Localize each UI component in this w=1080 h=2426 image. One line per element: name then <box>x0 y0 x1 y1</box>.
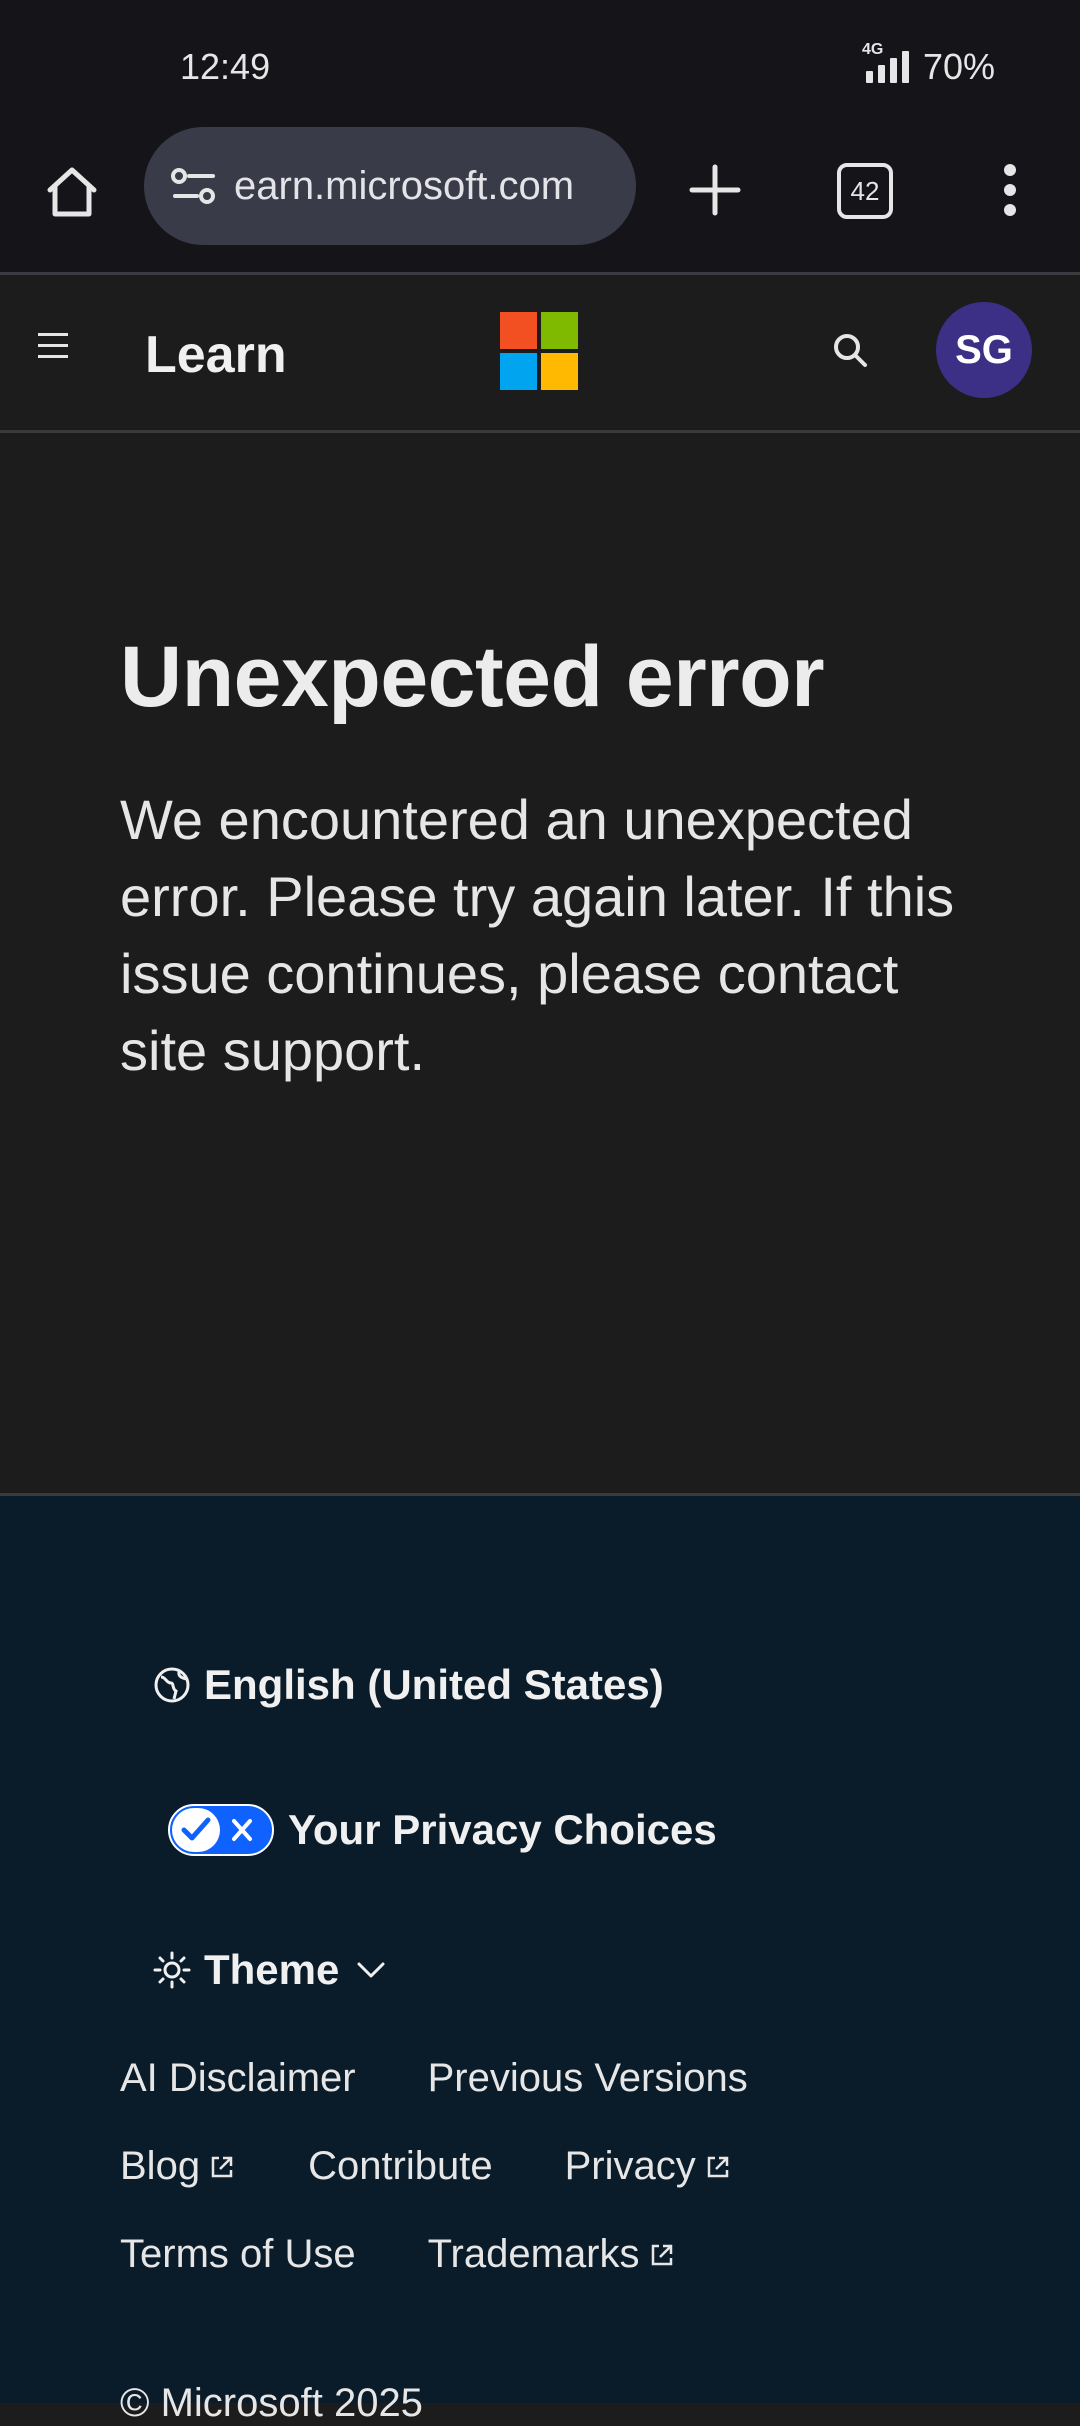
avatar[interactable]: SG <box>936 302 1032 398</box>
status-bar: 12:49 4G 70% <box>0 0 1080 125</box>
page-title: Unexpected error <box>120 629 825 725</box>
more-vertical-icon <box>1004 164 1016 216</box>
url-text[interactable]: earn.microsoft.com <box>234 164 574 209</box>
menu-button[interactable] <box>38 333 82 373</box>
search-icon <box>834 334 867 367</box>
privacy-toggle-icon <box>168 1804 274 1856</box>
footer-links-row-1: AI Disclaimer Previous Versions <box>120 2056 748 2101</box>
ai-disclaimer-link[interactable]: AI Disclaimer <box>120 2056 356 2101</box>
language-selector[interactable]: English (United States) <box>152 1661 664 1709</box>
network-type: 4G <box>861 41 884 58</box>
home-icon <box>47 167 97 217</box>
privacy-link[interactable]: Privacy <box>565 2144 732 2189</box>
site-settings-icon[interactable] <box>164 156 224 216</box>
blog-label: Blog <box>120 2144 201 2188</box>
contribute-link[interactable]: Contribute <box>308 2144 493 2189</box>
battery-level: 70% <box>922 46 995 87</box>
external-link-icon <box>211 2156 233 2177</box>
search-button[interactable] <box>825 325 877 377</box>
main-content: Unexpected error We encountered an unexp… <box>0 433 1080 1493</box>
footer: English (United States) Your Privacy Cho… <box>0 1493 1080 2425</box>
copyright: © Microsoft 2025 <box>120 2381 423 2425</box>
globe-icon <box>154 1667 190 1703</box>
privacy-label: Privacy <box>564 2144 696 2188</box>
more-menu-button[interactable] <box>980 150 1040 230</box>
brand-label[interactable]: Learn <box>145 325 287 385</box>
home-button[interactable] <box>35 155 109 229</box>
external-link-icon <box>707 2156 729 2177</box>
error-message: We encountered an unexpected error. Plea… <box>120 788 955 1082</box>
terms-of-use-link[interactable]: Terms of Use <box>120 2232 356 2277</box>
signal-icon: 4G <box>862 41 909 83</box>
status-indicators: 4G 70% <box>862 41 995 88</box>
footer-links-row-2: Blog Contribute Privacy <box>120 2144 732 2189</box>
language-label: English (United States) <box>204 1661 664 1708</box>
previous-versions-link[interactable]: Previous Versions <box>428 2056 748 2101</box>
plus-icon <box>689 164 741 216</box>
status-time: 12:49 <box>180 46 271 87</box>
address-bar[interactable]: earn.microsoft.com <box>144 127 636 245</box>
privacy-choices-label: Your Privacy Choices <box>288 1806 717 1853</box>
tab-count: 42 <box>837 163 893 219</box>
browser-toolbar: earn.microsoft.com 42 <box>0 125 1080 275</box>
site-header: Learn SG <box>0 275 1080 433</box>
theme-selector[interactable]: Theme <box>152 1946 389 1994</box>
hamburger-icon <box>38 333 82 358</box>
trademarks-link[interactable]: Trademarks <box>428 2232 676 2277</box>
theme-label: Theme <box>204 1946 340 1993</box>
new-tab-button[interactable] <box>675 150 755 230</box>
external-link-icon <box>651 2244 672 2265</box>
sun-icon <box>153 1951 191 1989</box>
blog-link[interactable]: Blog <box>120 2144 236 2189</box>
footer-links-row-3: Terms of Use Trademarks <box>120 2232 676 2277</box>
trademarks-label: Trademarks <box>427 2232 640 2276</box>
privacy-choices-link[interactable]: Your Privacy Choices <box>168 1804 717 1856</box>
microsoft-logo[interactable] <box>500 312 578 390</box>
chevron-down-icon <box>357 1962 385 1978</box>
tab-switcher-button[interactable]: 42 <box>826 152 904 230</box>
